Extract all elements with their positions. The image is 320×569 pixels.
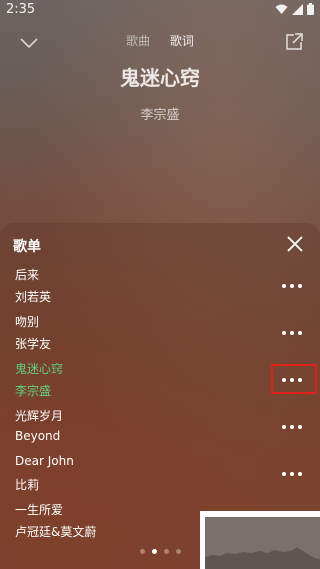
more-icon-dot [298, 284, 302, 288]
song-name: 鬼迷心窍 [15, 362, 64, 376]
more-button[interactable] [278, 371, 306, 389]
song-singer: 刘若英 [15, 290, 52, 304]
battery-icon [307, 3, 314, 15]
song-singer: 卢冠廷&莫文蔚 [15, 525, 97, 539]
signal-icon [292, 3, 303, 15]
more-icon [282, 472, 286, 476]
more-button[interactable] [278, 418, 306, 436]
more-icon-dot [298, 472, 302, 476]
song-name: 吻别 [15, 315, 40, 329]
list-item[interactable]: 后来 刘若英 [0, 263, 320, 310]
more-icon-dot [298, 425, 302, 429]
mini-preview-image [205, 517, 320, 569]
more-icon-dot [290, 472, 294, 476]
more-icon-dot [290, 378, 294, 382]
page-dot [176, 549, 181, 554]
list-item[interactable]: 吻别 张学友 [0, 310, 320, 357]
more-icon [282, 284, 286, 288]
wifi-icon [275, 4, 288, 14]
mini-preview-thumbnail[interactable] [200, 511, 320, 569]
song-name: Dear John [15, 454, 74, 468]
status-icons [275, 3, 314, 15]
status-time: 2:35 [6, 2, 36, 17]
more-icon-dot [290, 284, 294, 288]
artist-name: 李宗盛 [140, 108, 180, 123]
song-singer: 比莉 [15, 478, 40, 492]
page-dot-active [152, 549, 157, 554]
song-name: 后来 [15, 268, 40, 282]
playlist-list: 后来 刘若英 吻别 张学友 鬼迷心窍 李宗盛 光辉岁月 Beyond Dear … [0, 263, 320, 545]
mountain-silhouette [205, 547, 320, 569]
more-icon [282, 331, 286, 335]
list-item-playing[interactable]: 鬼迷心窍 李宗盛 [0, 357, 320, 404]
player-header: 歌曲 歌词 [0, 28, 320, 56]
tab-lyrics[interactable]: 歌词 [170, 32, 194, 49]
page-indicator [140, 549, 181, 554]
more-button[interactable] [278, 324, 306, 342]
more-icon-dot [290, 425, 294, 429]
song-singer: Beyond [15, 429, 61, 443]
song-name: 光辉岁月 [15, 409, 64, 423]
more-icon-dot [298, 331, 302, 335]
playlist-title: 歌单 [13, 239, 41, 255]
page-dot [140, 549, 145, 554]
song-name: 一生所爱 [15, 503, 64, 517]
more-button[interactable] [278, 465, 306, 483]
list-item[interactable]: 光辉岁月 Beyond [0, 404, 320, 451]
tab-bar: 歌曲 歌词 [0, 32, 320, 49]
song-title: 鬼迷心窍 [120, 66, 200, 90]
close-icon[interactable] [286, 235, 304, 253]
list-item[interactable]: Dear John 比莉 [0, 451, 320, 498]
page-dot [164, 549, 169, 554]
status-bar: 2:35 [0, 0, 320, 20]
more-button[interactable] [278, 277, 306, 295]
more-icon [282, 378, 286, 382]
more-icon-dot [290, 331, 294, 335]
tab-songs[interactable]: 歌曲 [126, 32, 150, 49]
song-singer: 张学友 [15, 337, 52, 351]
song-singer: 李宗盛 [15, 384, 52, 398]
more-icon [282, 425, 286, 429]
more-icon-dot [298, 378, 302, 382]
share-icon[interactable] [284, 32, 304, 52]
